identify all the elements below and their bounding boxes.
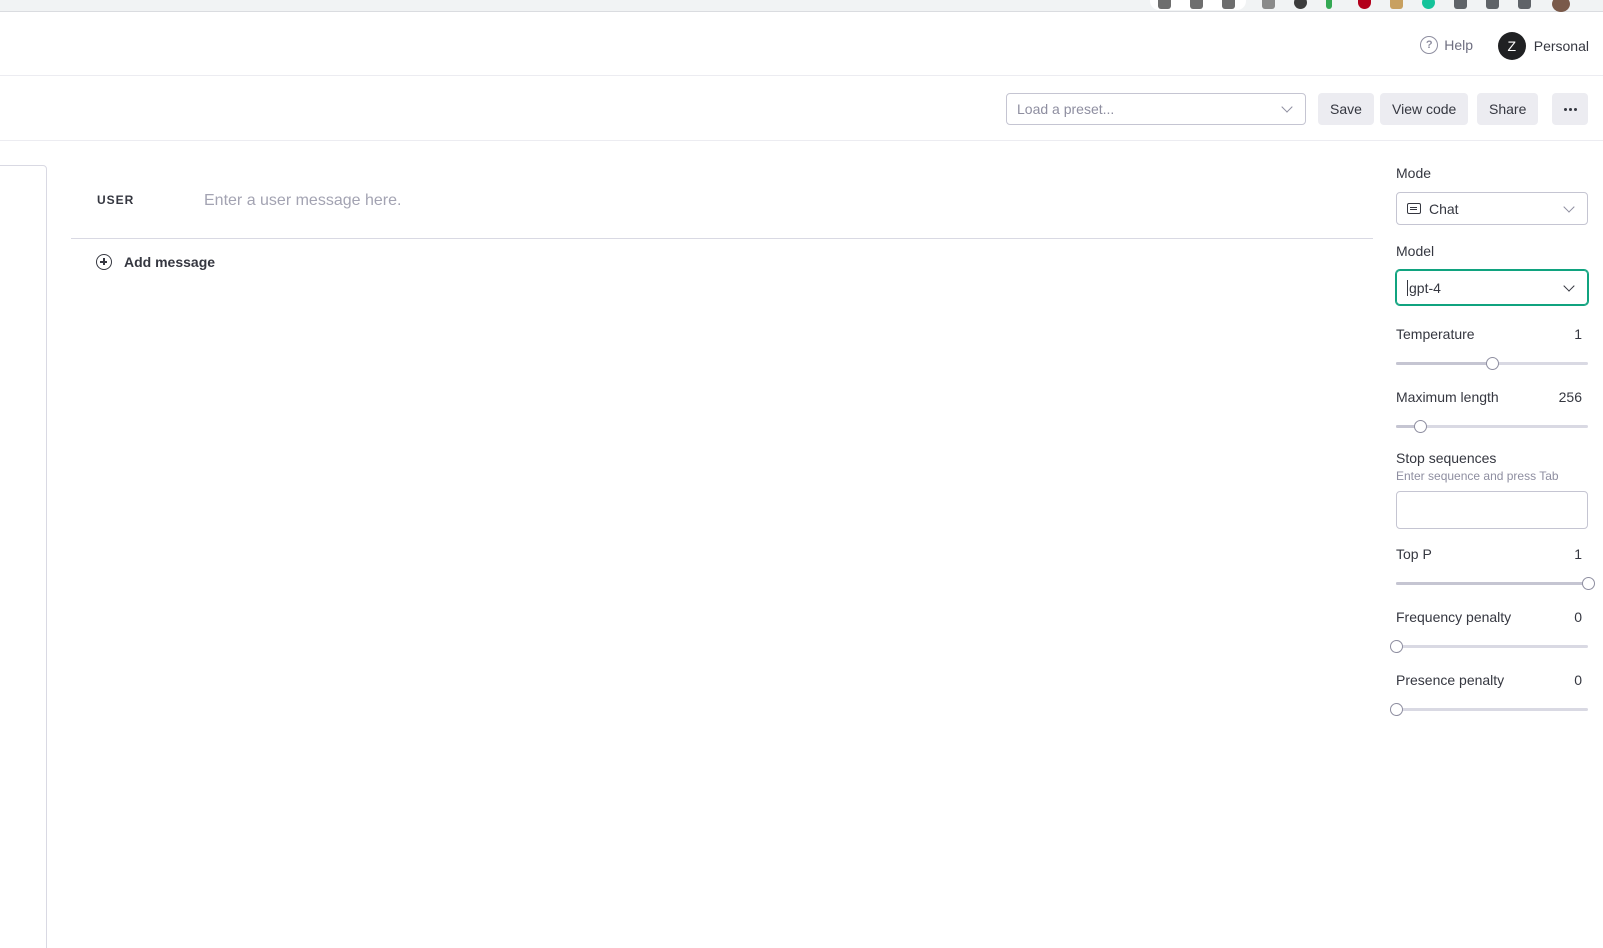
- top-p-value[interactable]: 1: [1548, 546, 1588, 562]
- stop-sequences-hint: Enter sequence and press Tab: [1396, 469, 1559, 483]
- add-message-button[interactable]: Add message: [96, 254, 215, 270]
- grammarly-icon[interactable]: [1422, 0, 1435, 9]
- stop-sequences-control: Stop sequences Enter sequence and press …: [1396, 450, 1588, 529]
- model-label: Model: [1396, 243, 1435, 259]
- preset-placeholder: Load a preset...: [1017, 101, 1115, 117]
- temperature-value[interactable]: 1: [1548, 326, 1588, 342]
- top-p-slider[interactable]: [1396, 577, 1595, 590]
- slider-thumb[interactable]: [1486, 357, 1499, 370]
- browser-toolbar-strip: [0, 0, 1603, 12]
- share-icon[interactable]: [1190, 0, 1203, 9]
- stop-sequences-label: Stop sequences: [1396, 450, 1497, 466]
- model-value: gpt-4: [1407, 279, 1441, 296]
- role-toggle[interactable]: USER: [97, 193, 134, 207]
- ellipsis-dot: [1568, 107, 1572, 111]
- tab-icon[interactable]: [1262, 0, 1275, 9]
- frequency-penalty-slider[interactable]: [1390, 640, 1588, 653]
- share-button[interactable]: Share: [1477, 93, 1539, 125]
- chat-bubble-icon: [1407, 203, 1421, 214]
- max-length-label: Maximum length: [1396, 389, 1499, 405]
- ellipsis-icon: [1563, 107, 1567, 111]
- chevron-down-icon: [1563, 200, 1575, 213]
- temperature-slider[interactable]: [1396, 357, 1588, 370]
- stop-sequences-input[interactable]: [1396, 491, 1588, 529]
- slider-thumb[interactable]: [1414, 420, 1427, 433]
- org-switcher[interactable]: Z Personal: [1497, 32, 1589, 60]
- presence-penalty-slider[interactable]: [1390, 703, 1588, 716]
- settings-panel: Mode Chat Model gpt-4 Temperature 1 Maxi…: [1390, 165, 1595, 716]
- star-icon[interactable]: [1222, 0, 1235, 9]
- mode-select[interactable]: Chat: [1396, 192, 1588, 225]
- puzzle-icon[interactable]: [1454, 0, 1467, 9]
- max-length-control: Maximum length 256: [1396, 389, 1588, 433]
- slider-fill: [1396, 582, 1588, 585]
- model-select[interactable]: gpt-4: [1396, 270, 1588, 305]
- chevron-down-icon: [1281, 101, 1293, 113]
- chevron-down-icon: [1563, 279, 1575, 292]
- temperature-control: Temperature 1: [1396, 326, 1588, 370]
- top-p-label: Top P: [1396, 546, 1432, 562]
- max-length-value[interactable]: 256: [1548, 389, 1588, 405]
- window-icon[interactable]: [1518, 0, 1531, 9]
- presence-penalty-value[interactable]: 0: [1548, 672, 1588, 688]
- ellipsis-dot: [1573, 107, 1577, 111]
- avatar: Z: [1497, 32, 1526, 60]
- mode-value: Chat: [1429, 200, 1459, 217]
- help-circle-icon: ?: [1420, 36, 1439, 54]
- system-message-panel[interactable]: [0, 165, 47, 948]
- slider-thumb[interactable]: [1390, 640, 1403, 653]
- frequency-penalty-value[interactable]: 0: [1548, 609, 1588, 625]
- frequency-penalty-label: Frequency penalty: [1396, 609, 1512, 625]
- heart-ext-icon[interactable]: [1358, 0, 1371, 9]
- slider-thumb[interactable]: [1390, 703, 1403, 716]
- preset-select[interactable]: Load a preset...: [1006, 93, 1306, 125]
- plus-circle-icon: [96, 254, 112, 270]
- more-options-button[interactable]: [1552, 93, 1588, 125]
- mode-label: Mode: [1396, 165, 1432, 181]
- frequency-penalty-control: Frequency penalty 0: [1390, 609, 1588, 653]
- max-length-slider[interactable]: [1396, 420, 1588, 433]
- music-ext-icon[interactable]: [1486, 0, 1499, 9]
- playground-toolbar: Load a preset... Save View code Share: [0, 77, 1603, 141]
- top-nav: ? Help Z Personal: [0, 13, 1603, 76]
- message-row: USER: [71, 165, 1373, 239]
- help-label: Help: [1444, 37, 1473, 53]
- circle-ext-icon[interactable]: [1294, 0, 1307, 9]
- presence-penalty-label: Presence penalty: [1396, 672, 1505, 688]
- top-p-control: Top P 1: [1396, 546, 1595, 590]
- presence-penalty-control: Presence penalty 0: [1390, 672, 1588, 716]
- add-message-label: Add message: [124, 254, 216, 270]
- slider-thumb[interactable]: [1582, 577, 1595, 590]
- doc-ext-icon[interactable]: [1390, 0, 1403, 9]
- user-message-input[interactable]: [204, 183, 1304, 219]
- profile-avatar-icon[interactable]: [1552, 0, 1570, 12]
- view-code-button[interactable]: View code: [1380, 93, 1469, 125]
- org-label: Personal: [1533, 38, 1589, 54]
- temperature-label: Temperature: [1396, 326, 1475, 342]
- leaf-ext-icon[interactable]: [1326, 0, 1332, 9]
- save-button[interactable]: Save: [1318, 93, 1374, 125]
- translate-icon[interactable]: [1158, 0, 1171, 9]
- help-link[interactable]: ? Help: [1420, 36, 1473, 54]
- slider-fill: [1396, 362, 1492, 365]
